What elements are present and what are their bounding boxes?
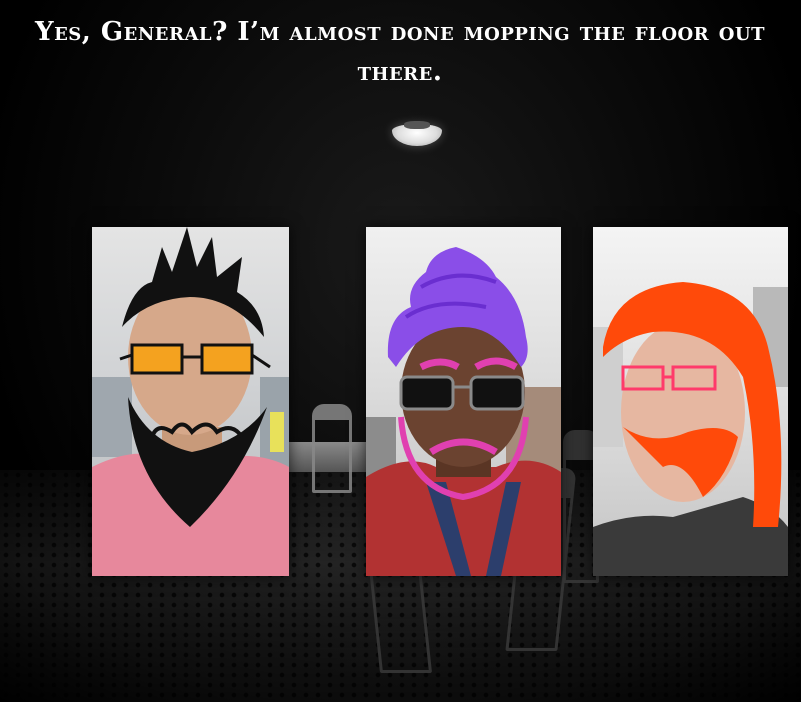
- character-left-avatar: [92, 227, 289, 576]
- character-portrait-right[interactable]: [593, 227, 788, 576]
- character-portrait-left[interactable]: [92, 227, 289, 576]
- dialog-text[interactable]: Yes, General? I’m almost done mopping th…: [30, 12, 770, 92]
- character-middle-avatar: [366, 247, 561, 576]
- background-chair: [312, 404, 352, 493]
- character-right-avatar: [593, 282, 788, 576]
- character-portrait-middle[interactable]: [366, 227, 561, 576]
